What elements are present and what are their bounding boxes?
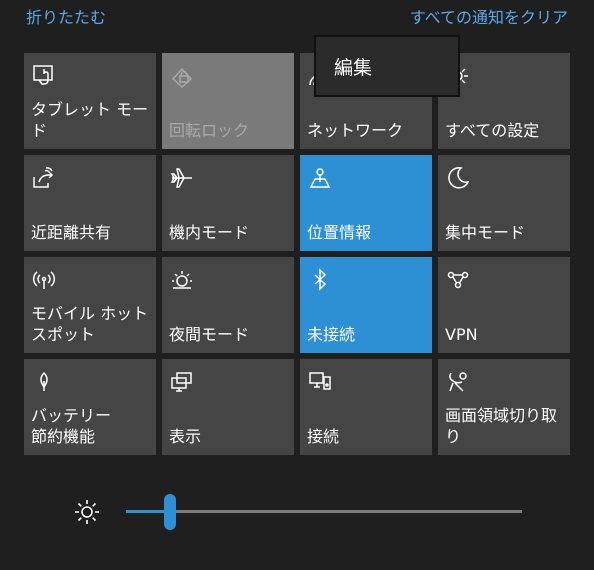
tile-label: 接続 xyxy=(307,427,340,446)
tile-label: バッテリー 節約機能 xyxy=(31,406,112,446)
tile-label: 位置情報 xyxy=(307,223,372,242)
project-icon xyxy=(169,369,195,395)
edit-context-menu[interactable]: 編集 xyxy=(314,35,460,97)
bluetooth-icon xyxy=(307,267,333,293)
night-light-icon xyxy=(169,267,195,293)
tablet-mode-icon xyxy=(31,63,57,89)
quick-actions-grid: タブレット モード 回転ロック ネットワーク すべての設定 近距離共有 機内モー… xyxy=(24,53,570,455)
tile-mobile-hotspot[interactable]: モバイル ホットスポット xyxy=(24,257,156,353)
tile-airplane-mode[interactable]: 機内モード xyxy=(162,155,294,251)
tile-label: 画面領域切り取り xyxy=(445,406,558,446)
tile-label: モバイル ホットスポット xyxy=(31,304,149,344)
tile-night-light[interactable]: 夜間モード xyxy=(162,257,294,353)
tile-tablet-mode[interactable]: タブレット モード xyxy=(24,53,156,149)
rotation-lock-icon xyxy=(169,63,195,89)
airplane-icon xyxy=(169,165,195,191)
screen-snip-icon xyxy=(445,369,471,395)
tile-label: VPN xyxy=(445,325,478,344)
tile-rotation-lock[interactable]: 回転ロック xyxy=(162,53,294,149)
tile-label: 回転ロック xyxy=(169,121,250,140)
brightness-slider[interactable] xyxy=(126,494,522,530)
tile-label: ネットワーク xyxy=(307,121,404,140)
tile-label: 近距離共有 xyxy=(31,223,112,242)
tile-label: 夜間モード xyxy=(169,325,250,344)
tile-label: 表示 xyxy=(169,427,202,446)
vpn-icon xyxy=(445,267,471,293)
location-icon xyxy=(307,165,333,191)
brightness-slider-thumb[interactable] xyxy=(164,494,176,530)
tile-screen-snip[interactable]: 画面領域切り取り xyxy=(438,359,570,455)
brightness-icon xyxy=(75,500,99,524)
edit-menu-item[interactable]: 編集 xyxy=(334,53,372,80)
moon-icon xyxy=(445,165,471,191)
collapse-link[interactable]: 折りたたむ xyxy=(26,4,106,28)
tile-label: 未接続 xyxy=(307,325,356,344)
tile-label: タブレット モード xyxy=(31,100,149,140)
tile-label: 集中モード xyxy=(445,223,526,242)
tile-nearby-share[interactable]: 近距離共有 xyxy=(24,155,156,251)
nearby-share-icon xyxy=(31,165,57,191)
tile-project[interactable]: 表示 xyxy=(162,359,294,455)
tile-bluetooth[interactable]: 未接続 xyxy=(300,257,432,353)
brightness-control xyxy=(0,480,594,544)
tile-focus-assist[interactable]: 集中モード xyxy=(438,155,570,251)
tile-location[interactable]: 位置情報 xyxy=(300,155,432,251)
tile-battery-saver[interactable]: バッテリー 節約機能 xyxy=(24,359,156,455)
tile-label: 機内モード xyxy=(169,223,250,242)
battery-saver-icon xyxy=(31,369,57,395)
tile-label: すべての設定 xyxy=(445,121,540,140)
tile-vpn[interactable]: VPN xyxy=(438,257,570,353)
clear-all-notifications-link[interactable]: すべての通知をクリア xyxy=(410,4,568,28)
hotspot-icon xyxy=(31,267,57,293)
connect-icon xyxy=(307,369,333,395)
tile-connect[interactable]: 接続 xyxy=(300,359,432,455)
